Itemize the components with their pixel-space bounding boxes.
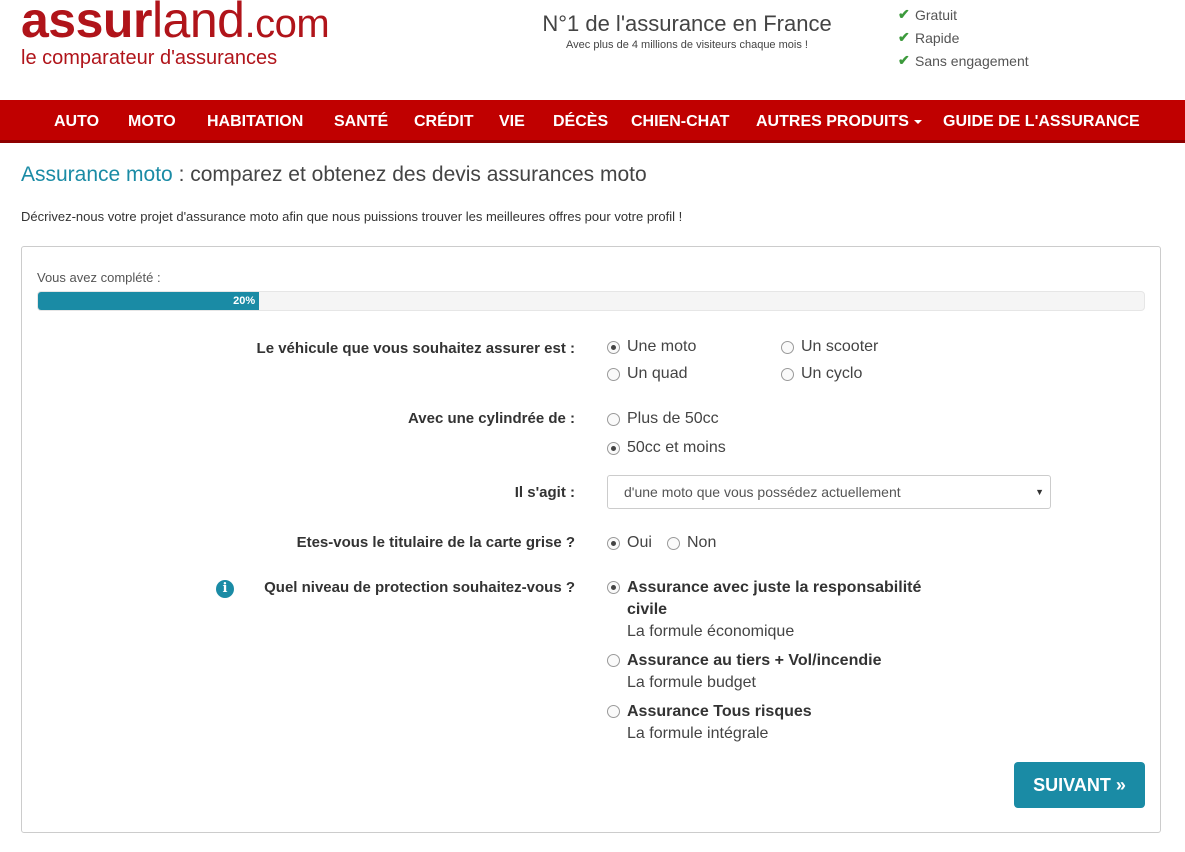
logo-tagline: le comparateur d'assurances — [21, 47, 278, 69]
radio-icon — [607, 705, 620, 718]
option-label: Un quad — [627, 365, 688, 382]
option-label: Non — [687, 534, 717, 551]
option-title-line: Assurance avec juste la responsabilité — [627, 579, 922, 596]
next-button[interactable]: SUIVANT » — [1014, 762, 1145, 808]
logo-com: .com — [244, 2, 330, 46]
nav-item-credit[interactable]: CRÉDIT — [414, 100, 474, 143]
nav-item-vie[interactable]: VIE — [499, 100, 525, 143]
nav-item-deces[interactable]: DÉCÈS — [553, 100, 608, 143]
radio-icon — [667, 536, 680, 550]
holder-question-label: Etes-vous le titulaire de la carte grise… — [296, 534, 575, 551]
radio-icon — [607, 536, 620, 550]
check-icon: ✔ — [898, 6, 910, 22]
page-title-rest: : comparez et obtenez des devis assuranc… — [172, 163, 647, 186]
page-title-accent: Assurance moto — [21, 163, 173, 186]
vehicle-option-scooter[interactable]: Un scooter — [781, 338, 878, 356]
option-title: Assurance avec juste la responsabilité ci… — [607, 577, 967, 621]
protection-option-tous-risques[interactable]: Assurance Tous risques La formule intégr… — [607, 701, 967, 745]
holder-option-oui[interactable]: Oui — [607, 534, 652, 552]
option-label: Oui — [627, 534, 652, 551]
select-value: d'une moto que vous possédez actuellemen… — [624, 484, 901, 500]
check-icon: ✔ — [898, 29, 910, 45]
ownership-question-label: Il s'agit : — [514, 484, 575, 501]
check-icon: ✔ — [898, 52, 910, 68]
benefit-item: ✔ Gratuit — [898, 3, 1029, 26]
benefit-label: Rapide — [915, 29, 960, 46]
logo-wordmark: assurland.com — [21, 0, 330, 54]
radio-icon — [781, 367, 794, 381]
radio-icon — [607, 441, 620, 455]
radio-icon — [607, 340, 620, 354]
nav-item-guide[interactable]: GUIDE DE L'ASSURANCE — [943, 100, 1140, 143]
cylinder-option-plus-50[interactable]: Plus de 50cc — [607, 410, 719, 428]
tagline-main: N°1 de l'assurance en France — [542, 11, 832, 36]
vehicle-question-label: Le véhicule que vous souhaitez assurer e… — [256, 340, 575, 357]
nav-item-moto[interactable]: MOTO — [128, 100, 176, 143]
option-label: Une moto — [627, 338, 697, 355]
progress-label: Vous avez complété : — [37, 270, 161, 285]
vehicle-option-quad[interactable]: Un quad — [607, 365, 688, 383]
page-intro: Décrivez-nous votre projet d'assurance m… — [21, 209, 683, 224]
option-label: 50cc et moins — [627, 439, 726, 456]
radio-icon — [607, 654, 620, 667]
progress-bar: 20% — [37, 291, 1145, 311]
protection-question-label: Quel niveau de protection souhaitez-vous… — [264, 579, 575, 596]
radio-icon — [607, 581, 620, 594]
radio-icon — [781, 340, 794, 354]
header-tagline: N°1 de l'assurance en France Avec plus d… — [534, 10, 840, 51]
info-icon[interactable]: i — [216, 580, 234, 598]
caret-down-icon — [913, 119, 922, 124]
page-title: Assurance moto : comparez et obtenez des… — [21, 163, 647, 187]
option-title-line: civile — [627, 601, 668, 618]
option-subtitle: La formule économique — [627, 623, 795, 640]
benefits-list: ✔ Gratuit ✔ Rapide ✔ Sans engagement — [898, 3, 1029, 72]
option-label: Un cyclo — [801, 365, 863, 382]
option-title: Assurance au tiers + Vol/incendie — [607, 650, 967, 672]
vehicle-option-moto[interactable]: Une moto — [607, 338, 696, 356]
logo-land: land — [151, 0, 245, 48]
nav-item-auto[interactable]: AUTO — [54, 100, 99, 143]
option-title-text: Assurance avec juste la responsabilité ci… — [627, 577, 921, 621]
option-label: Un scooter — [801, 338, 879, 355]
benefit-item: ✔ Sans engagement — [898, 49, 1029, 72]
cylinder-question-label: Avec une cylindrée de : — [407, 410, 575, 427]
radio-icon — [607, 367, 620, 381]
protection-option-tiers[interactable]: Assurance au tiers + Vol/incendie La for… — [607, 650, 967, 694]
tagline-sub: Avec plus de 4 millions de visiteurs cha… — [566, 39, 808, 51]
radio-icon — [607, 412, 620, 426]
benefit-label: Sans engagement — [915, 52, 1029, 69]
logo-assur: assur — [21, 0, 152, 48]
benefit-item: ✔ Rapide — [898, 26, 1029, 49]
nav-item-autres-produits[interactable]: AUTRES PRODUITS — [756, 100, 922, 143]
cylinder-option-50-moins[interactable]: 50cc et moins — [607, 439, 726, 457]
nav-item-label: AUTRES PRODUITS — [756, 113, 909, 130]
option-subtitle: La formule intégrale — [627, 725, 769, 742]
protection-option-rc[interactable]: Assurance avec juste la responsabilité ci… — [607, 577, 967, 643]
ownership-select[interactable]: d'une moto que vous possédez actuellemen… — [607, 475, 1051, 509]
nav-item-habitation[interactable]: HABITATION — [207, 100, 303, 143]
option-label: Plus de 50cc — [627, 410, 719, 427]
option-title-text: Assurance au tiers + Vol/incendie — [627, 652, 882, 669]
site-logo[interactable]: assurland.com le comparateur d'assurance… — [21, 0, 330, 69]
nav-item-sante[interactable]: SANTÉ — [334, 100, 388, 143]
holder-option-non[interactable]: Non — [667, 534, 716, 552]
caret-down-icon: ▼ — [1035, 487, 1044, 497]
vehicle-option-cyclo[interactable]: Un cyclo — [781, 365, 862, 383]
quote-form-panel: Vous avez complété : 20% Le véhicule que… — [21, 246, 1161, 833]
progress-fill: 20% — [38, 292, 260, 310]
site-header: assurland.com le comparateur d'assurance… — [0, 0, 1185, 100]
main-nav: AUTO MOTO HABITATION SANTÉ CRÉDIT VIE DÉ… — [0, 100, 1185, 143]
nav-item-chien-chat[interactable]: CHIEN-CHAT — [631, 100, 729, 143]
option-title-text: Assurance Tous risques — [627, 703, 812, 720]
benefit-label: Gratuit — [915, 6, 958, 23]
option-subtitle: La formule budget — [627, 674, 756, 691]
option-title: Assurance Tous risques — [607, 701, 967, 723]
